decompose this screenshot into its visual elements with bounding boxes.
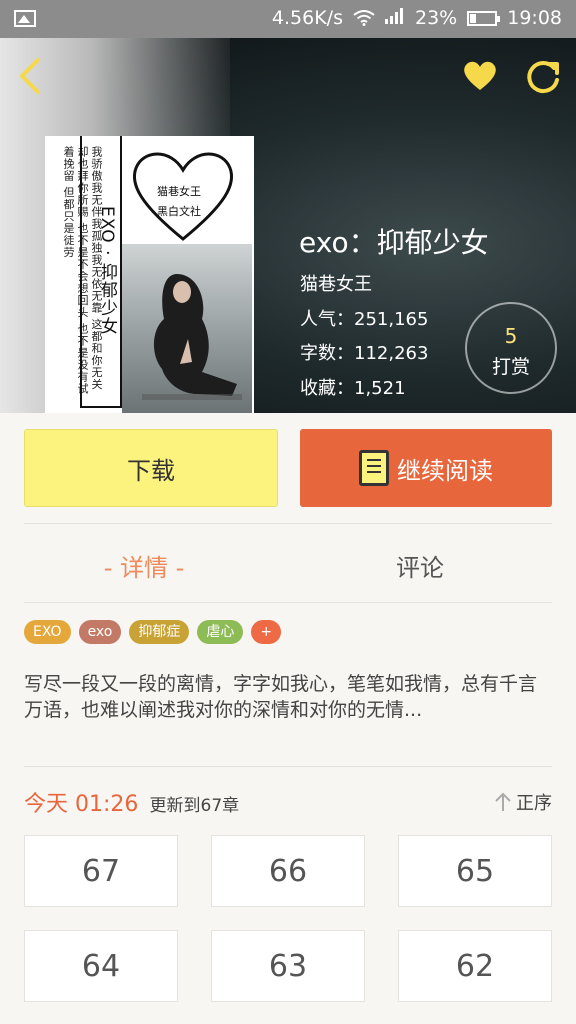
chapter-button[interactable]: 66	[211, 835, 365, 907]
word-count-stat: 字数：112,263	[300, 343, 429, 364]
arrow-up-icon	[495, 792, 511, 811]
word-count-value: 112,263	[354, 343, 429, 364]
tip-button[interactable]: 5 打赏	[465, 302, 557, 394]
download-button[interactable]: 下载	[24, 429, 278, 507]
network-speed: 4.56K/s	[271, 7, 343, 29]
chapter-button[interactable]: 63	[211, 930, 365, 1002]
tag-chip[interactable]: 虐心	[197, 620, 244, 644]
book-cover[interactable]: 我骄傲我无伴我孤独我无依无靠 这都和你无关却也拜你所赐 也不是不会想回头 也不是…	[45, 136, 254, 413]
divider	[24, 766, 552, 767]
tag-chip[interactable]: exo	[78, 620, 122, 644]
update-time: 今天 01:26	[24, 792, 139, 817]
refresh-icon	[527, 61, 559, 94]
book-icon	[359, 450, 389, 486]
tab-detail[interactable]: - 详情 -	[0, 548, 288, 583]
tag-chip[interactable]: 抑郁症	[129, 620, 190, 644]
status-bar: 4.56K/s 23% 19:08	[0, 0, 576, 38]
book-author[interactable]: 猫巷女王	[300, 270, 372, 296]
tag-list: EXO exo 抑郁症 虐心 +	[24, 620, 282, 644]
refresh-button[interactable]	[524, 56, 564, 96]
back-icon	[20, 58, 40, 94]
divider	[24, 602, 552, 603]
chapter-button[interactable]: 65	[398, 835, 552, 907]
tab-comment[interactable]: 评论	[288, 548, 552, 583]
favorites-stat: 收藏：1,521	[300, 378, 406, 399]
update-info: 今天 01:26 更新到67章	[24, 786, 239, 818]
battery-icon	[467, 10, 501, 26]
tip-label: 打赏	[491, 356, 530, 378]
image-notification-icon	[14, 10, 36, 27]
book-description: 写尽一段又一段的离情，字字如我心，笔笔如我情，总有千言万语，也难以阐述我对你的深…	[24, 673, 538, 721]
tip-count: 5	[504, 324, 518, 348]
clock: 19:08	[507, 7, 562, 29]
favorites-value: 1,521	[354, 378, 406, 399]
popularity-value: 251,165	[354, 309, 429, 330]
signal-icon	[385, 7, 405, 29]
cover-publisher-line2: 黑白文社	[157, 205, 201, 218]
chapter-button[interactable]: 67	[24, 835, 178, 907]
update-chapter-text: 更新到67章	[149, 796, 240, 816]
continue-reading-button[interactable]: 继续阅读	[300, 429, 552, 507]
favorite-button[interactable]	[460, 56, 500, 96]
tag-chip[interactable]: +	[251, 620, 282, 644]
chapter-button[interactable]: 64	[24, 930, 178, 1002]
book-header: 我骄傲我无伴我孤独我无依无靠 这都和你无关却也拜你所赐 也不是不会想回头 也不是…	[0, 38, 576, 413]
sort-toggle[interactable]: 正序	[494, 789, 552, 815]
battery-percent: 23%	[415, 7, 458, 29]
back-button[interactable]	[14, 56, 50, 96]
wifi-icon	[353, 10, 375, 26]
tag-chip[interactable]: EXO	[24, 620, 71, 644]
chapter-button[interactable]: 62	[398, 930, 552, 1002]
download-label: 下载	[127, 456, 175, 485]
cover-photo	[122, 244, 252, 413]
popularity-stat: 人气：251,165	[300, 309, 429, 330]
cover-title: EXO · 抑郁少女	[97, 206, 117, 335]
divider	[24, 523, 552, 524]
continue-reading-label: 继续阅读	[397, 456, 493, 485]
book-title: exo：抑郁少女	[299, 226, 489, 259]
sort-label: 正序	[516, 793, 552, 814]
cover-publisher-line1: 猫巷女王	[157, 185, 201, 198]
heart-icon	[464, 61, 496, 90]
